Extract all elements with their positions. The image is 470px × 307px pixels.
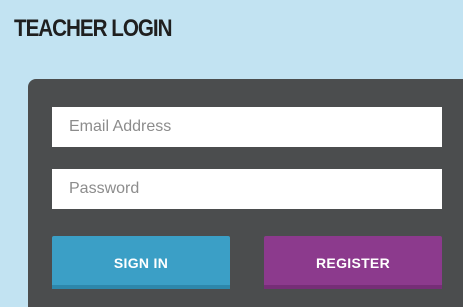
- password-field[interactable]: [52, 169, 442, 209]
- email-field[interactable]: [52, 107, 442, 147]
- page-title: TEACHER LOGIN: [14, 15, 172, 42]
- register-button[interactable]: REGISTER: [264, 236, 442, 289]
- sign-in-button[interactable]: SIGN IN: [52, 236, 230, 289]
